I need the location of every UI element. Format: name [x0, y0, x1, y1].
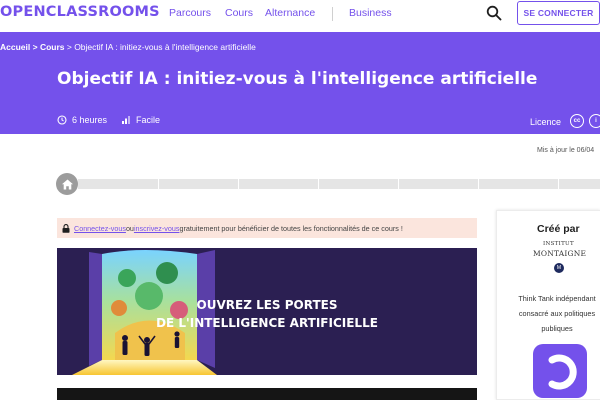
- breadcrumb-home[interactable]: Accueil: [0, 42, 30, 52]
- signup-link[interactable]: inscrivez-vous: [134, 224, 180, 233]
- login-notice: Connectez-vous ou inscrivez-vous gratuit…: [57, 218, 477, 238]
- progress-segment-divider: [238, 179, 239, 189]
- progress-segment-divider: [558, 179, 559, 189]
- breadcrumb-separator: >: [64, 42, 75, 52]
- course-banner: OUVREZ LES PORTES DE L'INTELLIGENCE ARTI…: [57, 248, 477, 375]
- notice-or: ou: [125, 223, 134, 233]
- breadcrumb-courses[interactable]: Cours: [40, 42, 65, 52]
- login-link[interactable]: Connectez-vous: [74, 224, 126, 233]
- author-description-line: publiques: [541, 324, 573, 333]
- video-player-area[interactable]: [57, 388, 477, 400]
- course-progress-bar: [78, 179, 600, 189]
- nav-link-cours[interactable]: Cours: [225, 7, 253, 19]
- nav-divider: [332, 7, 333, 21]
- created-by-heading: Créé par: [537, 223, 580, 235]
- progress-segment-divider: [318, 179, 319, 189]
- home-icon: [61, 179, 73, 189]
- author-description: Think Tank indépendant consacré aux poli…: [497, 291, 600, 336]
- progress-segment-divider: [478, 179, 479, 189]
- site-logo[interactable]: OPENCLASSROOMS: [0, 4, 160, 20]
- banner-title-line-2: DE L'INTELLIGENCE ARTIFICIELLE: [156, 316, 378, 330]
- progress-segment-divider: [398, 179, 399, 189]
- institut-badge-icon: M: [554, 263, 564, 273]
- nav-link-business[interactable]: Business: [349, 7, 392, 19]
- top-navigation: OPENCLASSROOMS Parcours Cours Alternance…: [0, 0, 600, 32]
- openclassrooms-app-icon[interactable]: [533, 344, 587, 398]
- login-button[interactable]: SE CONNECTER: [517, 1, 600, 25]
- last-updated: Mis à jour le 06/04: [537, 147, 595, 154]
- duration-text: 6 heures: [72, 115, 108, 125]
- author-description-line: consacré aux politiques: [518, 309, 596, 318]
- search-icon[interactable]: [486, 5, 502, 21]
- course-duration: 6 heures: [57, 115, 107, 125]
- progress-segment-divider: [158, 179, 159, 189]
- level-icon: [122, 116, 130, 124]
- author-card: Créé par INSTITUT MONTAIGNE M Think Tank…: [496, 210, 600, 400]
- author-description-line: Think Tank indépendant: [518, 294, 596, 303]
- page-title: Objectif IA : initiez-vous à l'intellige…: [57, 69, 538, 89]
- breadcrumb-current: Objectif IA : initiez-vous à l'intellige…: [74, 42, 256, 52]
- nav-link-alternance[interactable]: Alternance: [265, 7, 315, 19]
- cc-icon[interactable]: cc: [570, 114, 584, 128]
- course-header: Accueil > Cours > Objectif IA : initiez-…: [0, 32, 600, 134]
- banner-title-line-1: OUVREZ LES PORTES: [196, 298, 338, 312]
- level-text: Facile: [136, 115, 161, 125]
- institut-logo-line-1: INSTITUT: [543, 241, 574, 247]
- breadcrumb: Accueil > Cours > Objectif IA : initiez-…: [0, 42, 256, 52]
- cc-by-icon[interactable]: i: [589, 114, 600, 128]
- clock-icon: [57, 115, 67, 125]
- institut-logo-line-2: MONTAIGNE: [533, 249, 587, 258]
- notice-text: gratuitement pour bénéficier de toutes l…: [179, 223, 403, 233]
- breadcrumb-separator: >: [30, 42, 40, 52]
- course-level: Facile: [121, 115, 160, 125]
- licence-label[interactable]: Licence: [530, 117, 561, 127]
- lock-icon: [62, 223, 70, 233]
- nav-link-parcours[interactable]: Parcours: [169, 7, 211, 19]
- course-home-button[interactable]: [56, 173, 78, 195]
